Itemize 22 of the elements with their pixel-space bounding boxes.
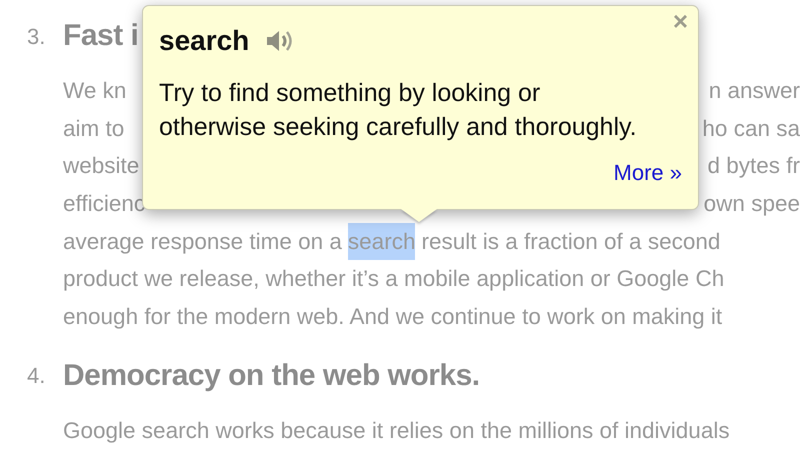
paragraph-line: enough for the modern web. And we continue to work on making it [63,303,722,332]
paragraph-line: efficienc [63,190,146,218]
paragraph-line: website [63,152,140,180]
paragraph-line: result is a fraction of a second [421,228,720,256]
list-number: 4. [26,362,46,390]
popup-word: search [159,24,250,58]
paragraph-line: aim to [63,114,124,143]
paragraph-line: ho can sa [702,114,800,143]
more-link[interactable]: More » [614,160,682,185]
speaker-icon[interactable] [265,28,294,54]
paragraph-line: d bytes fr [707,152,800,180]
paragraph-line: We kn [63,77,126,105]
definition-text: Try to find something by looking or otherwise seeking carefully and thoroughly. [159,78,638,143]
paragraph-line: Google search works because it relies on the millions of individuals [63,416,730,445]
paragraph-line: average response time on a [63,228,342,256]
selected-word: search [348,222,416,260]
section-heading: Democracy on the web works. [63,358,480,394]
section-heading: Fast i [63,18,138,54]
paragraph-line: own spee [704,190,800,218]
paragraph-line: product we release, whether it’s a mobile application or Google Ch [63,265,724,294]
list-number: 3. [26,22,46,50]
paragraph-line: n answer [708,77,800,105]
